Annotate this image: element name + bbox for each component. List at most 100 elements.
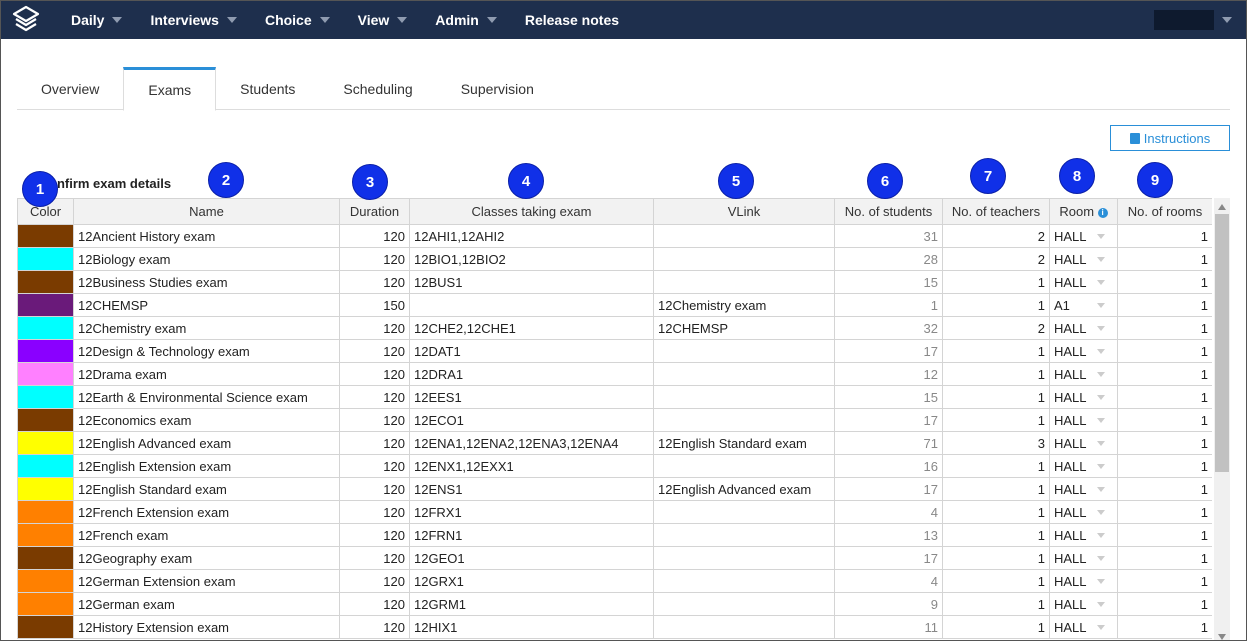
table-row[interactable]: 12Earth & Environmental Science exam 120 1… [17, 385, 1212, 409]
classes-cell[interactable]: 12ENA1,12ENA2,12ENA3,12ENA4 [409, 431, 654, 455]
rooms-cell[interactable]: 1 [1117, 270, 1212, 294]
classes-cell[interactable]: 12FRX1 [409, 500, 654, 524]
teachers-cell[interactable]: 1 [942, 270, 1050, 294]
color-cell[interactable] [17, 385, 74, 409]
color-cell[interactable] [17, 500, 74, 524]
classes-cell[interactable]: 12HIX1 [409, 615, 654, 639]
room-cell[interactable]: HALL [1049, 615, 1118, 639]
teachers-cell[interactable]: 2 [942, 247, 1050, 271]
color-cell[interactable] [17, 316, 74, 340]
name-cell[interactable]: 12Economics exam [73, 408, 340, 432]
rooms-cell[interactable]: 1 [1117, 569, 1212, 593]
duration-cell[interactable]: 120 [339, 224, 410, 248]
dropdown-arrow-icon[interactable] [1097, 440, 1105, 446]
room-cell[interactable]: HALL [1049, 339, 1118, 363]
duration-cell[interactable]: 120 [339, 408, 410, 432]
dropdown-arrow-icon[interactable] [1097, 233, 1105, 239]
color-swatch[interactable] [18, 225, 73, 247]
rooms-cell[interactable]: 1 [1117, 362, 1212, 386]
rooms-cell[interactable]: 1 [1117, 523, 1212, 547]
color-swatch[interactable] [18, 593, 73, 615]
color-cell[interactable] [17, 523, 74, 547]
room-cell[interactable]: HALL [1049, 408, 1118, 432]
table-row[interactable]: 12Business Studies exam 120 12BUS1 15 1 HALL 1 [17, 270, 1212, 294]
tab-scheduling[interactable]: Scheduling [319, 67, 436, 110]
color-swatch[interactable] [18, 570, 73, 592]
teachers-cell[interactable]: 1 [942, 362, 1050, 386]
teachers-cell[interactable]: 1 [942, 546, 1050, 570]
rooms-cell[interactable]: 1 [1117, 224, 1212, 248]
table-row[interactable]: 12Biology exam 120 12BIO1,12BIO2 28 2 HALL 1 [17, 247, 1212, 271]
teachers-cell[interactable]: 1 [942, 615, 1050, 639]
color-cell[interactable] [17, 454, 74, 478]
color-swatch[interactable] [18, 386, 73, 408]
col-header-vlink[interactable]: VLink [653, 198, 835, 225]
color-swatch[interactable] [18, 616, 73, 638]
col-header-duration[interactable]: Duration [339, 198, 410, 225]
dropdown-arrow-icon[interactable] [1097, 348, 1105, 354]
teachers-cell[interactable]: 1 [942, 293, 1050, 317]
name-cell[interactable]: 12Design & Technology exam [73, 339, 340, 363]
instructions-button[interactable]: Instructions [1110, 125, 1230, 151]
dropdown-arrow-icon[interactable] [1097, 555, 1105, 561]
app-logo-icon[interactable] [7, 1, 45, 39]
classes-cell[interactable]: 12GRX1 [409, 569, 654, 593]
table-row[interactable]: 12History Extension exam 120 12HIX1 11 1 HALL… [17, 615, 1212, 639]
color-swatch[interactable] [18, 363, 73, 385]
room-cell[interactable]: HALL [1049, 500, 1118, 524]
tab-students[interactable]: Students [216, 67, 319, 110]
rooms-cell[interactable]: 1 [1117, 500, 1212, 524]
teachers-cell[interactable]: 1 [942, 454, 1050, 478]
room-cell[interactable]: HALL [1049, 477, 1118, 501]
dropdown-arrow-icon[interactable] [1097, 509, 1105, 515]
name-cell[interactable]: 12Chemistry exam [73, 316, 340, 340]
classes-cell[interactable]: 12DRA1 [409, 362, 654, 386]
color-cell[interactable] [17, 362, 74, 386]
vlink-cell[interactable]: 12English Standard exam [653, 431, 835, 455]
classes-cell[interactable]: 12AHI1,12AHI2 [409, 224, 654, 248]
color-swatch[interactable] [18, 524, 73, 546]
classes-cell[interactable]: 12ENS1 [409, 477, 654, 501]
scroll-up-arrow-icon[interactable] [1218, 204, 1226, 210]
table-row[interactable]: 12French Extension exam 120 12FRX1 4 1 HALL 1 [17, 500, 1212, 524]
room-cell[interactable]: A1 [1049, 293, 1118, 317]
color-cell[interactable] [17, 293, 74, 317]
table-row[interactable]: 12CHEMSP 150 12Chemistry exam 1 1 A1 1 [17, 293, 1212, 317]
room-cell[interactable]: HALL [1049, 431, 1118, 455]
nav-item-admin[interactable]: Admin [421, 1, 511, 39]
dropdown-arrow-icon[interactable] [1097, 601, 1105, 607]
color-swatch[interactable] [18, 432, 73, 454]
tab-exams[interactable]: Exams [123, 67, 217, 111]
duration-cell[interactable]: 120 [339, 454, 410, 478]
room-cell[interactable]: HALL [1049, 523, 1118, 547]
vlink-cell[interactable] [653, 569, 835, 593]
color-swatch[interactable] [18, 317, 73, 339]
rooms-cell[interactable]: 1 [1117, 592, 1212, 616]
info-icon[interactable]: i [1097, 207, 1108, 218]
dropdown-arrow-icon[interactable] [1097, 371, 1105, 377]
classes-cell[interactable]: 12GEO1 [409, 546, 654, 570]
color-swatch[interactable] [18, 271, 73, 293]
rooms-cell[interactable]: 1 [1117, 431, 1212, 455]
duration-cell[interactable]: 150 [339, 293, 410, 317]
rooms-cell[interactable]: 1 [1117, 339, 1212, 363]
dropdown-arrow-icon[interactable] [1097, 486, 1105, 492]
color-swatch[interactable] [18, 248, 73, 270]
name-cell[interactable]: 12Drama exam [73, 362, 340, 386]
rooms-cell[interactable]: 1 [1117, 454, 1212, 478]
duration-cell[interactable]: 120 [339, 339, 410, 363]
nav-item-view[interactable]: View [344, 1, 422, 39]
table-row[interactable]: 12German exam 120 12GRM1 9 1 HALL 1 [17, 592, 1212, 616]
rooms-cell[interactable]: 1 [1117, 546, 1212, 570]
vlink-cell[interactable]: 12English Advanced exam [653, 477, 835, 501]
color-cell[interactable] [17, 270, 74, 294]
table-row[interactable]: 12Geography exam 120 12GEO1 17 1 HALL 1 [17, 546, 1212, 570]
duration-cell[interactable]: 120 [339, 500, 410, 524]
room-cell[interactable]: HALL [1049, 569, 1118, 593]
scroll-down-arrow-icon[interactable] [1218, 634, 1226, 640]
nav-item-daily[interactable]: Daily [57, 1, 136, 39]
duration-cell[interactable]: 120 [339, 592, 410, 616]
color-cell[interactable] [17, 247, 74, 271]
dropdown-arrow-icon[interactable] [1097, 532, 1105, 538]
classes-cell[interactable]: 12FRN1 [409, 523, 654, 547]
